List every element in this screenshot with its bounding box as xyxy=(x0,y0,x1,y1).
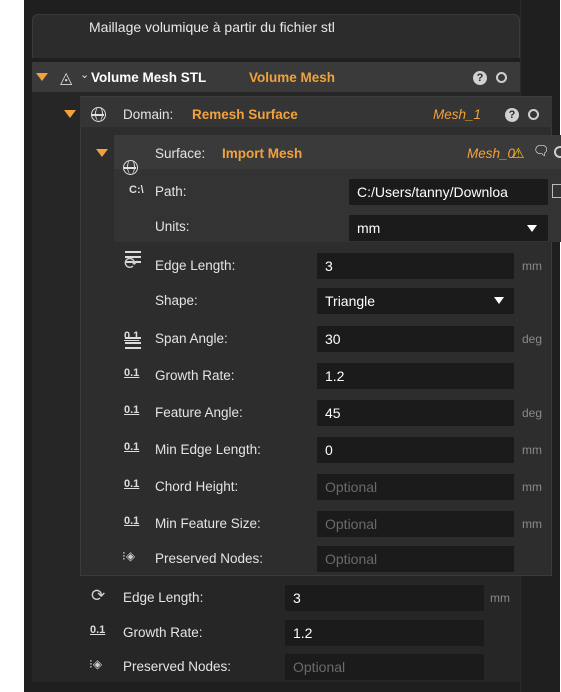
edge-length-input[interactable]: 3 xyxy=(285,585,484,611)
min-edge-length-unit: mm xyxy=(522,443,542,457)
chevron-down-icon[interactable] xyxy=(527,225,537,232)
surface-type: Import Mesh xyxy=(222,146,303,161)
feature-angle-unit: deg xyxy=(522,406,543,420)
domain-label: Domain: xyxy=(123,107,174,122)
preserved-nodes-input[interactable]: Optional xyxy=(285,654,484,680)
edge-length-input[interactable]: 3 xyxy=(317,253,514,279)
growth-rate-input[interactable]: 1.2 xyxy=(317,363,514,389)
nodes-icon: ⁝◈ xyxy=(89,657,103,671)
numeric-icon: 0.1 xyxy=(124,441,140,453)
collapse-volume-mesh-arrow[interactable] xyxy=(36,73,48,81)
chevron-down-icon[interactable] xyxy=(494,297,504,304)
units-select[interactable]: mm xyxy=(349,215,548,241)
volume-mesh-name: Volume Mesh STL xyxy=(91,70,207,85)
growth-rate-input[interactable]: 1.2 xyxy=(285,620,484,646)
globe-icon xyxy=(91,107,106,122)
numeric-icon: 0.1 xyxy=(124,478,140,490)
path-label: Path: xyxy=(155,184,187,199)
status-circle-icon[interactable] xyxy=(554,146,561,158)
feature-angle-input[interactable]: 45 xyxy=(317,400,514,426)
help-icon[interactable]: ? xyxy=(505,108,519,122)
growth-rate-label: Growth Rate: xyxy=(123,625,203,640)
status-circle-icon[interactable] xyxy=(496,72,507,83)
units-label: Units: xyxy=(155,219,190,234)
numeric-icon: 0.1 xyxy=(124,404,140,416)
path-prefix-icon: C:\ xyxy=(129,184,144,196)
numeric-icon: 0.1 xyxy=(90,624,106,636)
mesh-tetra-icon: ◬ xyxy=(60,70,73,87)
path-input[interactable]: C:/Users/tanny/Downloa xyxy=(349,179,548,205)
min-edge-length-label: Min Edge Length: xyxy=(155,442,261,457)
min-edge-length-input[interactable]: 0 xyxy=(317,437,514,463)
min-feature-size-unit: mm xyxy=(522,517,542,531)
span-angle-unit: deg xyxy=(522,332,543,346)
warning-icon[interactable]: ⚠ xyxy=(512,145,525,162)
shape-label: Shape: xyxy=(155,293,198,308)
comment-icon[interactable]: 🗨 xyxy=(533,143,550,159)
chord-height-unit: mm xyxy=(522,480,542,494)
feature-angle-label: Feature Angle: xyxy=(155,405,243,420)
min-feature-size-input[interactable]: Optional xyxy=(317,511,514,537)
preserved-nodes-label: Preserved Nodes: xyxy=(155,551,264,566)
chevron-down-icon[interactable]: ⌄ xyxy=(80,68,89,81)
span-angle-label: Span Angle: xyxy=(155,331,228,346)
numeric-icon: 0.1 xyxy=(124,330,140,342)
help-icon[interactable]: ? xyxy=(473,71,487,85)
min-feature-size-label: Min Feature Size: xyxy=(155,516,261,531)
preserved-nodes-input[interactable]: Optional xyxy=(317,546,514,572)
domain-type: Remesh Surface xyxy=(192,107,298,122)
numeric-icon: 0.1 xyxy=(124,515,140,527)
surface-label: Surface: xyxy=(155,146,206,161)
collapse-domain-arrow[interactable] xyxy=(64,110,76,118)
graph-title: Maillage volumique à partir du fichier s… xyxy=(89,19,335,35)
shape-value: Triangle xyxy=(325,293,376,309)
shape-select[interactable]: Triangle xyxy=(317,288,514,314)
numeric-icon: 0.1 xyxy=(124,367,140,379)
chord-height-input[interactable]: Optional xyxy=(317,474,514,500)
chord-height-label: Chord Height: xyxy=(155,479,239,494)
preserved-nodes-label: Preserved Nodes: xyxy=(123,659,232,674)
domain-id: Mesh_1 xyxy=(433,107,482,122)
surface-id: Mesh_0 xyxy=(467,146,516,161)
units-value: mm xyxy=(357,220,381,236)
browse-file-icon[interactable] xyxy=(552,184,561,198)
span-angle-input[interactable]: 30 xyxy=(317,326,514,352)
edge-length-label: Edge Length: xyxy=(155,258,236,273)
status-circle-icon[interactable] xyxy=(528,109,539,120)
collapse-surface-arrow[interactable] xyxy=(96,149,108,157)
edge-length-label: Edge Length: xyxy=(123,590,204,605)
globe-icon xyxy=(123,160,138,175)
edge-length-unit: mm xyxy=(522,259,542,273)
edge-length-icon: ⟳ xyxy=(91,586,106,605)
nodes-icon: ⁝◈ xyxy=(122,549,136,563)
growth-rate-label: Growth Rate: xyxy=(155,368,235,383)
volume-mesh-type: Volume Mesh xyxy=(249,70,336,85)
graph-header: Maillage volumique à partir du fichier s… xyxy=(32,14,520,58)
edge-length-unit: mm xyxy=(490,591,510,605)
edge-length-icon: ⟳ xyxy=(124,254,139,273)
